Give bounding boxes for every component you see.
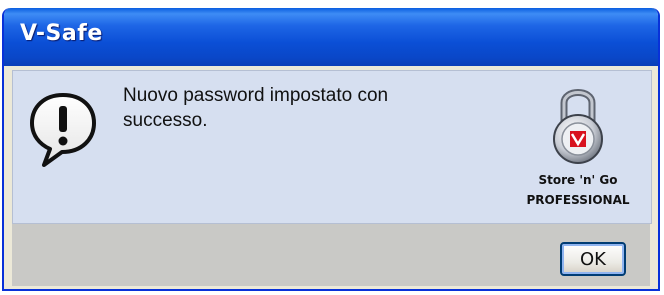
ok-button[interactable]: OK xyxy=(560,242,626,276)
warning-exclamation-icon xyxy=(28,91,98,171)
window-title: V-Safe xyxy=(20,21,103,46)
dialog-content: Nuovo password impostato con successo. S… xyxy=(12,70,652,224)
store-n-go-logo: Store 'n' Go PROFESSIONAL xyxy=(518,79,638,219)
logo-brand-text: Store 'n' Go xyxy=(538,173,618,187)
title-bar[interactable]: V-Safe xyxy=(4,8,658,66)
message-dialog: V-Safe Nuovo password impostato con succ… xyxy=(2,8,660,291)
dialog-message: Nuovo password impostato con successo. xyxy=(123,85,389,131)
dialog-footer: OK xyxy=(12,224,650,286)
logo-edition-text: PROFESSIONAL xyxy=(526,193,630,207)
padlock-icon xyxy=(548,81,608,167)
